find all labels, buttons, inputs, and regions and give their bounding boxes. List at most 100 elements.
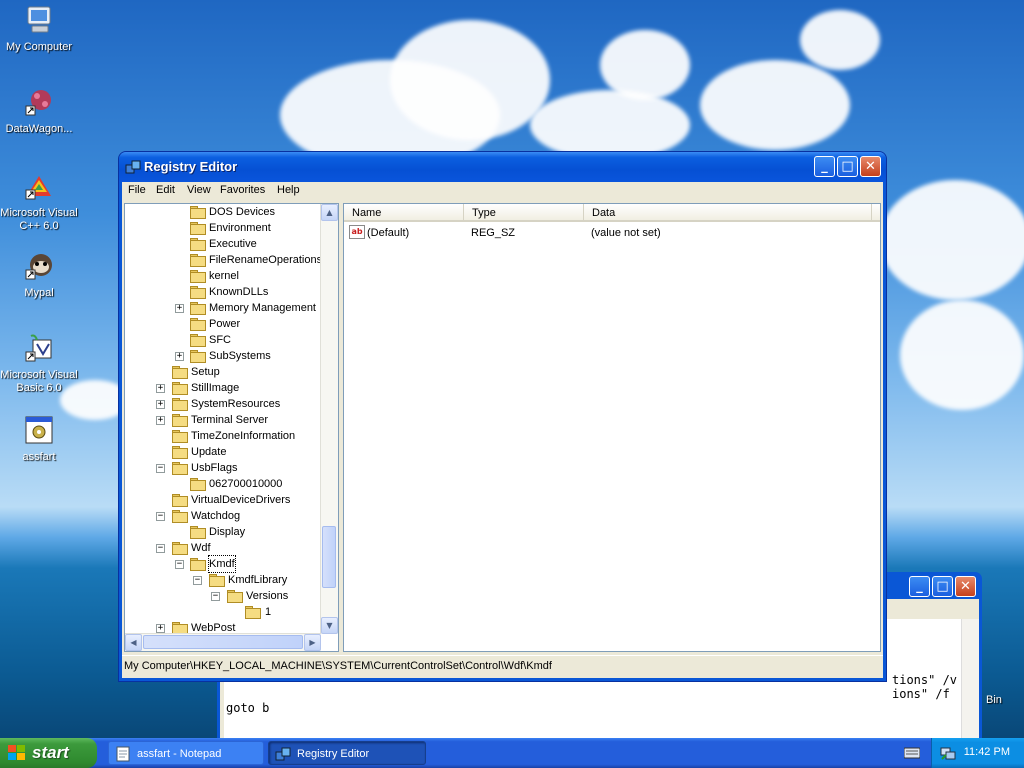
collapse-toggle[interactable]: − (193, 576, 202, 585)
cloud (880, 180, 1024, 300)
string-value-icon: ab (349, 225, 365, 239)
tree-item-label: SystemResources (191, 398, 281, 410)
expand-toggle[interactable]: + (175, 304, 184, 313)
notepad-vertical-scrollbar[interactable] (961, 619, 979, 744)
folder-icon (190, 286, 206, 299)
folder-icon (172, 398, 188, 411)
value-type: REG_SZ (471, 227, 516, 239)
clock[interactable]: 11:42 PM (964, 746, 1010, 758)
tree-item-label: StillImage (191, 382, 240, 394)
registry-editor-icon (275, 747, 291, 761)
cloud (700, 60, 850, 150)
network-icon[interactable] (940, 745, 956, 761)
status-bar: My Computer\HKEY_LOCAL_MACHINE\SYSTEM\Cu… (122, 655, 883, 676)
mypal-icon (25, 254, 52, 280)
scroll-right-button[interactable]: ▶ (304, 634, 321, 651)
desktop-icon-label: Microsoft Visual (0, 369, 78, 381)
expand-toggle[interactable]: + (156, 416, 165, 425)
expand-toggle[interactable]: + (175, 352, 184, 361)
notepad-icon (116, 746, 130, 762)
collapse-toggle[interactable]: − (156, 464, 165, 473)
tree-item-label: SFC (209, 334, 231, 346)
visual-cpp-icon (25, 176, 51, 200)
menu-help[interactable]: Help (277, 184, 300, 196)
column-header-name[interactable]: Name (344, 204, 464, 222)
title-bar[interactable]: Registry Editor _ □ ✕ (119, 152, 886, 182)
notepad-line: tions" /v (892, 673, 958, 687)
collapse-toggle[interactable]: − (156, 544, 165, 553)
taskbar-item-label: assfart - Notepad (137, 748, 222, 760)
collapse-toggle[interactable]: − (211, 592, 220, 601)
column-header-data[interactable]: Data (584, 204, 872, 222)
tree-item-label: KmdfLibrary (228, 574, 288, 586)
folder-icon (190, 238, 206, 251)
tree-vertical-scrollbar[interactable]: ▲ ▼ (320, 204, 338, 634)
tree-item-label: Executive (209, 238, 257, 250)
menu-favorites[interactable]: Favorites (220, 184, 265, 196)
scroll-down-button[interactable]: ▼ (321, 617, 338, 634)
tree-item-label: Wdf (191, 542, 211, 554)
scroll-thumb[interactable] (143, 635, 303, 649)
folder-icon (190, 206, 206, 219)
cloud (600, 30, 690, 100)
values-list[interactable]: Name Type Data ab (Default) REG_SZ (valu… (343, 203, 881, 652)
start-label: start (32, 743, 69, 762)
menu-file[interactable]: File (128, 184, 146, 196)
expand-toggle[interactable]: + (156, 384, 165, 393)
desktop-icon-recycle-bin-label[interactable]: Bin (986, 694, 1002, 706)
scroll-up-button[interactable]: ▲ (321, 204, 338, 221)
notepad-line: ions" /f (892, 687, 950, 701)
collapse-toggle[interactable]: − (156, 512, 165, 521)
desktop-icon-my-computer[interactable]: My Computer (0, 4, 78, 54)
taskbar-item-label: Registry Editor (297, 748, 370, 760)
menu-view[interactable]: View (187, 184, 211, 196)
expand-toggle[interactable]: + (156, 400, 165, 409)
maximize-button[interactable]: □ (837, 156, 858, 177)
minimize-button[interactable]: _ (814, 156, 835, 177)
scroll-left-button[interactable]: ◀ (125, 634, 142, 651)
tree-item-label: 062700010000 (209, 478, 283, 490)
folder-icon (190, 526, 206, 539)
tree-item-label: Versions (246, 590, 289, 602)
cloud (530, 90, 690, 160)
value-name: (Default) (367, 227, 410, 239)
folder-icon (172, 430, 188, 443)
datawagon-icon (25, 90, 51, 116)
registry-editor-window[interactable]: Registry Editor _ □ ✕ File Edit View Fav… (119, 152, 886, 681)
registry-tree[interactable]: DOS Devices Environment Executive FileRe… (124, 203, 339, 652)
tree-item-label: Environment (209, 222, 271, 234)
desktop-icon-label: Mypal (24, 287, 54, 299)
close-button[interactable]: ✕ (860, 156, 881, 177)
window-client-area: File Edit View Favorites Help DOS Device… (122, 182, 883, 678)
tree-item-label: Watchdog (191, 510, 241, 522)
folder-icon (190, 334, 206, 347)
tree-item-label: Setup (191, 366, 220, 378)
tree-item-label: kernel (209, 270, 239, 282)
menu-edit[interactable]: Edit (156, 184, 175, 196)
desktop-icon-mypal[interactable]: Mypal (0, 250, 78, 300)
column-header-type[interactable]: Type (464, 204, 584, 222)
taskbar-item-registry-editor[interactable]: Registry Editor (268, 741, 426, 765)
keyboard-icon[interactable] (904, 746, 920, 760)
folder-icon (172, 382, 188, 395)
tree-item-label: FileRenameOperations (209, 254, 323, 266)
desktop-icon-datawagon[interactable]: DataWagon... (0, 86, 78, 136)
cloud (390, 20, 550, 140)
expand-toggle[interactable]: + (156, 624, 165, 633)
notepad-close-button[interactable]: ✕ (955, 576, 976, 597)
folder-icon (190, 270, 206, 283)
scroll-thumb[interactable] (322, 526, 336, 588)
tree-horizontal-scrollbar[interactable]: ◀ ▶ (125, 633, 321, 651)
desktop-icon-assfart[interactable]: assfart (0, 414, 78, 464)
start-button[interactable]: start (0, 738, 97, 768)
folder-icon (190, 302, 206, 315)
cloud (800, 10, 880, 70)
notepad-maximize-button[interactable]: □ (932, 576, 953, 597)
notepad-minimize-button[interactable]: _ (909, 576, 930, 597)
desktop-icon-visual-basic[interactable]: Microsoft Visual Basic 6.0 (0, 332, 78, 395)
taskbar-item-notepad[interactable]: assfart - Notepad (108, 741, 264, 765)
collapse-toggle[interactable]: − (175, 560, 184, 569)
batch-file-icon (25, 416, 53, 444)
open-folder-icon (190, 558, 206, 571)
desktop-icon-visual-cpp[interactable]: Microsoft Visual C++ 6.0 (0, 170, 78, 233)
